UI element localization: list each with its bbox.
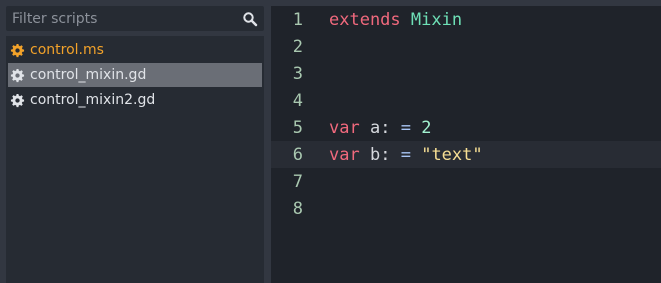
code-line[interactable]: 3 — [271, 60, 661, 87]
identifier-token: a — [359, 117, 381, 138]
string-token: "text" — [421, 144, 483, 165]
line-number: 2 — [292, 36, 303, 57]
code-line[interactable]: 4 — [271, 87, 661, 114]
script-editor-window: control.ms control_mixin.gd control_mixi… — [0, 0, 661, 283]
line-number: 1 — [292, 9, 303, 30]
line-number: 5 — [292, 117, 303, 138]
number-token: 2 — [421, 117, 432, 138]
keyword-token: extends — [329, 9, 401, 30]
line-number: 3 — [292, 63, 303, 84]
line-number: 8 — [292, 198, 303, 219]
script-item-control-mixin-gd[interactable]: control_mixin.gd — [8, 63, 262, 87]
script-item-label: control.ms — [30, 42, 104, 58]
gear-icon — [10, 68, 25, 82]
gear-icon — [10, 93, 25, 107]
code-line[interactable]: 1 extends Mixin — [271, 6, 661, 33]
code-line-current[interactable]: 6 var b: = "text" — [271, 141, 661, 168]
search-icon[interactable] — [242, 11, 258, 27]
code-line[interactable]: 2 — [271, 33, 661, 60]
code-line[interactable]: 8 — [271, 195, 661, 222]
type-token: Mixin — [410, 9, 463, 30]
code-text: var b: = "text" — [329, 145, 483, 165]
operator-token: = — [400, 144, 411, 165]
code-line[interactable]: 7 — [271, 168, 661, 195]
script-item-label: control_mixin2.gd — [30, 92, 156, 108]
line-number: 4 — [292, 90, 303, 111]
code-text: var a: = 2 — [329, 118, 431, 138]
colon-token: : — [380, 117, 391, 138]
script-item-label: control_mixin.gd — [30, 67, 147, 83]
colon-token: : — [380, 144, 391, 165]
operator-token: = — [400, 117, 411, 138]
keyword-token: var — [329, 144, 360, 165]
script-item-control-mixin2-gd[interactable]: control_mixin2.gd — [8, 88, 262, 112]
line-number: 6 — [292, 144, 303, 165]
gear-icon — [10, 43, 25, 57]
code-text: extends Mixin — [329, 10, 462, 30]
identifier-token: b — [359, 144, 381, 165]
filter-scripts-box — [6, 6, 264, 31]
code-line[interactable]: 5 var a: = 2 — [271, 114, 661, 141]
filter-scripts-input[interactable] — [6, 6, 234, 31]
script-item-control-ms[interactable]: control.ms — [8, 38, 262, 62]
code-editor[interactable]: 1 extends Mixin 2 3 4 5 var a: = 2 6 var… — [271, 6, 661, 283]
keyword-token: var — [329, 117, 360, 138]
script-list: control.ms control_mixin.gd control_mixi… — [6, 36, 264, 283]
line-number: 7 — [292, 171, 303, 192]
